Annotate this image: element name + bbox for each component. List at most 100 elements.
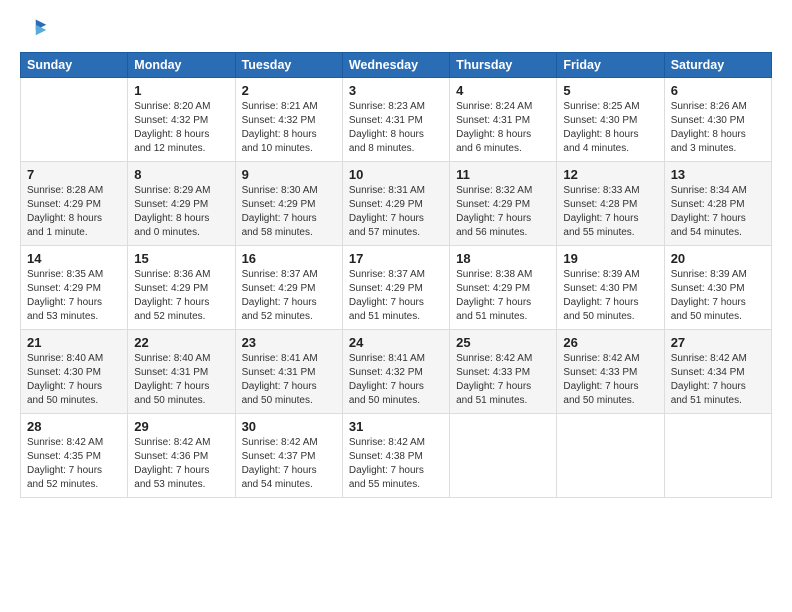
day-info: Sunrise: 8:41 AMSunset: 4:31 PMDaylight:… [242, 352, 336, 408]
day-number: 23 [242, 335, 336, 350]
day-info: Sunrise: 8:30 AMSunset: 4:29 PMDaylight:… [242, 184, 336, 240]
header [20, 16, 772, 44]
day-cell: 29 Sunrise: 8:42 AMSunset: 4:36 PMDayligh… [128, 414, 235, 498]
day-cell: 28Sunrise: 8:42 AMSunset: 4:35 PMDayligh… [21, 414, 128, 498]
day-info: Sunrise: 8:42 AMSunset: 4:36 PMDaylight:… [134, 436, 228, 492]
day-cell: 17 Sunrise: 8:37 AMSunset: 4:29 PMDayligh… [342, 246, 449, 330]
day-info: Sunrise: 8:24 AMSunset: 4:31 PMDaylight:… [456, 100, 550, 156]
day-cell: 24 Sunrise: 8:41 AMSunset: 4:32 PMDayligh… [342, 330, 449, 414]
day-cell: 6 Sunrise: 8:26 AMSunset: 4:30 PMDaylight… [664, 78, 771, 162]
day-info: Sunrise: 8:42 AMSunset: 4:35 PMDaylight:… [27, 436, 121, 492]
header-day-wednesday: Wednesday [342, 53, 449, 78]
day-number: 27 [671, 335, 765, 350]
day-number: 31 [349, 419, 443, 434]
day-info: Sunrise: 8:42 AMSunset: 4:38 PMDaylight:… [349, 436, 443, 492]
day-cell: 26 Sunrise: 8:42 AMSunset: 4:33 PMDayligh… [557, 330, 664, 414]
day-info: Sunrise: 8:26 AMSunset: 4:30 PMDaylight:… [671, 100, 765, 156]
header-day-thursday: Thursday [450, 53, 557, 78]
day-number: 9 [242, 167, 336, 182]
day-number: 6 [671, 83, 765, 98]
day-number: 3 [349, 83, 443, 98]
day-info: Sunrise: 8:37 AMSunset: 4:29 PMDaylight:… [242, 268, 336, 324]
day-cell: 19 Sunrise: 8:39 AMSunset: 4:30 PMDayligh… [557, 246, 664, 330]
day-info: Sunrise: 8:42 AMSunset: 4:33 PMDaylight:… [563, 352, 657, 408]
day-number: 8 [134, 167, 228, 182]
day-info: Sunrise: 8:35 AMSunset: 4:29 PMDaylight:… [27, 268, 121, 324]
day-cell [21, 78, 128, 162]
day-cell: 2Sunrise: 8:21 AMSunset: 4:32 PMDaylight… [235, 78, 342, 162]
day-info: Sunrise: 8:40 AMSunset: 4:30 PMDaylight:… [27, 352, 121, 408]
day-number: 25 [456, 335, 550, 350]
day-info: Sunrise: 8:38 AMSunset: 4:29 PMDaylight:… [456, 268, 550, 324]
day-cell: 1Sunrise: 8:20 AMSunset: 4:32 PMDaylight… [128, 78, 235, 162]
day-info: Sunrise: 8:42 AMSunset: 4:34 PMDaylight:… [671, 352, 765, 408]
day-cell: 23 Sunrise: 8:41 AMSunset: 4:31 PMDayligh… [235, 330, 342, 414]
day-cell: 18 Sunrise: 8:38 AMSunset: 4:29 PMDayligh… [450, 246, 557, 330]
day-number: 15 [134, 251, 228, 266]
day-number: 24 [349, 335, 443, 350]
day-number: 17 [349, 251, 443, 266]
day-number: 13 [671, 167, 765, 182]
week-row-0: 1Sunrise: 8:20 AMSunset: 4:32 PMDaylight… [21, 78, 772, 162]
day-cell: 22 Sunrise: 8:40 AMSunset: 4:31 PMDayligh… [128, 330, 235, 414]
day-number: 21 [27, 335, 121, 350]
header-day-monday: Monday [128, 53, 235, 78]
day-info: Sunrise: 8:21 AMSunset: 4:32 PMDaylight:… [242, 100, 336, 156]
day-number: 1 [134, 83, 228, 98]
day-cell: 9 Sunrise: 8:30 AMSunset: 4:29 PMDaylight… [235, 162, 342, 246]
day-cell: 10Sunrise: 8:31 AMSunset: 4:29 PMDayligh… [342, 162, 449, 246]
day-info: Sunrise: 8:32 AMSunset: 4:29 PMDaylight:… [456, 184, 550, 240]
day-cell: 14 Sunrise: 8:35 AMSunset: 4:29 PMDayligh… [21, 246, 128, 330]
day-info: Sunrise: 8:31 AMSunset: 4:29 PMDaylight:… [349, 184, 443, 240]
day-cell: 20 Sunrise: 8:39 AMSunset: 4:30 PMDayligh… [664, 246, 771, 330]
day-number: 26 [563, 335, 657, 350]
day-info: Sunrise: 8:41 AMSunset: 4:32 PMDaylight:… [349, 352, 443, 408]
day-info: Sunrise: 8:28 AMSunset: 4:29 PMDaylight:… [27, 184, 121, 240]
day-cell: 30 Sunrise: 8:42 AMSunset: 4:37 PMDayligh… [235, 414, 342, 498]
day-info: Sunrise: 8:29 AMSunset: 4:29 PMDaylight:… [134, 184, 228, 240]
day-number: 7 [27, 167, 121, 182]
day-number: 30 [242, 419, 336, 434]
calendar-header: SundayMondayTuesdayWednesdayThursdayFrid… [21, 53, 772, 78]
day-number: 11 [456, 167, 550, 182]
day-cell: 27 Sunrise: 8:42 AMSunset: 4:34 PMDayligh… [664, 330, 771, 414]
day-cell: 4 Sunrise: 8:24 AMSunset: 4:31 PMDaylight… [450, 78, 557, 162]
day-info: Sunrise: 8:37 AMSunset: 4:29 PMDaylight:… [349, 268, 443, 324]
header-day-sunday: Sunday [21, 53, 128, 78]
day-cell: 3 Sunrise: 8:23 AMSunset: 4:31 PMDaylight… [342, 78, 449, 162]
day-info: Sunrise: 8:36 AMSunset: 4:29 PMDaylight:… [134, 268, 228, 324]
day-info: Sunrise: 8:39 AMSunset: 4:30 PMDaylight:… [563, 268, 657, 324]
day-number: 14 [27, 251, 121, 266]
day-number: 19 [563, 251, 657, 266]
day-info: Sunrise: 8:33 AMSunset: 4:28 PMDaylight:… [563, 184, 657, 240]
week-row-1: 7 Sunrise: 8:28 AMSunset: 4:29 PMDaylight… [21, 162, 772, 246]
day-cell: 13 Sunrise: 8:34 AMSunset: 4:28 PMDayligh… [664, 162, 771, 246]
header-day-tuesday: Tuesday [235, 53, 342, 78]
day-number: 20 [671, 251, 765, 266]
day-number: 4 [456, 83, 550, 98]
day-cell: 12Sunrise: 8:33 AMSunset: 4:28 PMDayligh… [557, 162, 664, 246]
day-info: Sunrise: 8:25 AMSunset: 4:30 PMDaylight:… [563, 100, 657, 156]
day-cell: 8 Sunrise: 8:29 AMSunset: 4:29 PMDaylight… [128, 162, 235, 246]
page: SundayMondayTuesdayWednesdayThursdayFrid… [0, 0, 792, 612]
day-info: Sunrise: 8:40 AMSunset: 4:31 PMDaylight:… [134, 352, 228, 408]
day-number: 29 [134, 419, 228, 434]
day-number: 16 [242, 251, 336, 266]
day-cell: 16 Sunrise: 8:37 AMSunset: 4:29 PMDayligh… [235, 246, 342, 330]
day-cell [450, 414, 557, 498]
day-info: Sunrise: 8:42 AMSunset: 4:33 PMDaylight:… [456, 352, 550, 408]
day-cell: 25 Sunrise: 8:42 AMSunset: 4:33 PMDayligh… [450, 330, 557, 414]
day-cell: 11 Sunrise: 8:32 AMSunset: 4:29 PMDayligh… [450, 162, 557, 246]
day-number: 22 [134, 335, 228, 350]
day-info: Sunrise: 8:42 AMSunset: 4:37 PMDaylight:… [242, 436, 336, 492]
week-row-4: 28Sunrise: 8:42 AMSunset: 4:35 PMDayligh… [21, 414, 772, 498]
day-cell [557, 414, 664, 498]
day-info: Sunrise: 8:23 AMSunset: 4:31 PMDaylight:… [349, 100, 443, 156]
day-info: Sunrise: 8:39 AMSunset: 4:30 PMDaylight:… [671, 268, 765, 324]
day-cell [664, 414, 771, 498]
day-number: 18 [456, 251, 550, 266]
logo [20, 16, 52, 44]
week-row-2: 14 Sunrise: 8:35 AMSunset: 4:29 PMDayligh… [21, 246, 772, 330]
day-info: Sunrise: 8:34 AMSunset: 4:28 PMDaylight:… [671, 184, 765, 240]
day-number: 5 [563, 83, 657, 98]
